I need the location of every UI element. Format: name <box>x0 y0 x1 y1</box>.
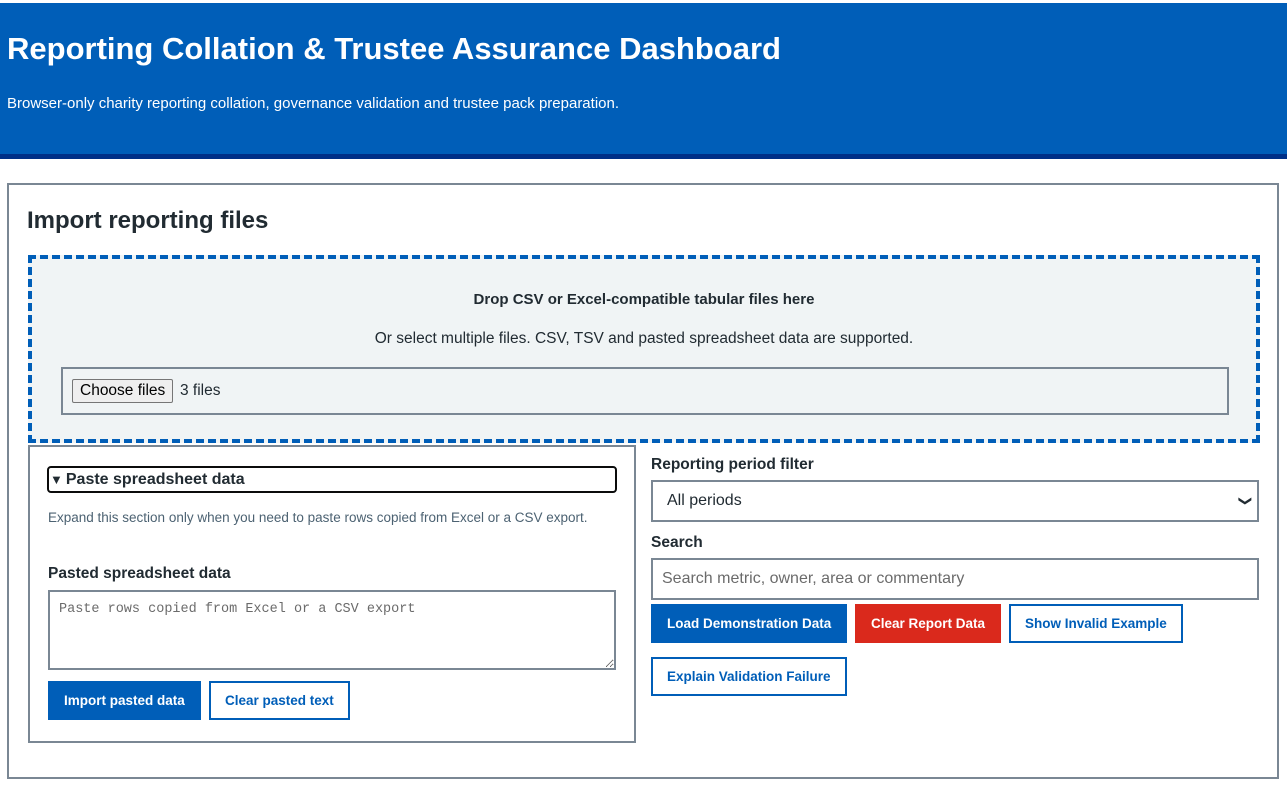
file-count: 3 files <box>180 382 221 399</box>
dropzone-title: Drop CSV or Excel-compatible tabular fil… <box>473 291 815 308</box>
import-heading: Import reporting files <box>27 207 269 234</box>
show-invalid-button[interactable]: Show Invalid Example <box>1009 604 1183 643</box>
import-pasted-button[interactable]: Import pasted data <box>48 681 201 720</box>
load-demo-button[interactable]: Load Demonstration Data <box>651 604 848 643</box>
page-header: Reporting Collation & Trustee Assurance … <box>0 3 1287 159</box>
choose-files-button[interactable]: Choose files <box>72 379 174 403</box>
search-input[interactable] <box>651 558 1259 600</box>
period-filter-value: All periods <box>667 492 742 509</box>
page-subtitle: Browser-only charity reporting collation… <box>7 95 620 112</box>
dropzone-description: Or select multiple files. CSV, TSV and p… <box>374 330 914 347</box>
explain-failure-button[interactable]: Explain Validation Failure <box>651 657 847 696</box>
clear-pasted-button[interactable]: Clear pasted text <box>209 681 350 720</box>
paste-summary-label: Paste spreadsheet data <box>65 471 245 488</box>
search-label: Search <box>651 534 703 551</box>
clear-report-button[interactable]: Clear Report Data <box>855 604 1002 643</box>
paste-section: ▼ Paste spreadsheet data Expand this sect… <box>28 445 636 743</box>
page-title: Reporting Collation & Trustee Assurance … <box>7 31 781 66</box>
chevron-down-icon: ❯ <box>1238 495 1254 507</box>
period-filter-select[interactable]: All periods ❯ <box>651 480 1259 522</box>
period-filter-label: Reporting period filter <box>651 456 814 473</box>
pasted-data-label: Pasted spreadsheet data <box>48 565 231 582</box>
paste-summary-toggle[interactable]: ▼ Paste spreadsheet data <box>47 466 617 493</box>
pasted-data-textarea[interactable] <box>48 590 616 670</box>
triangle-down-icon: ▼ <box>50 472 63 487</box>
file-dropzone[interactable]: Drop CSV or Excel-compatible tabular fil… <box>28 255 1260 443</box>
paste-help-text: Expand this section only when you need t… <box>48 510 588 525</box>
file-input[interactable]: Choose files 3 files <box>61 367 1229 415</box>
